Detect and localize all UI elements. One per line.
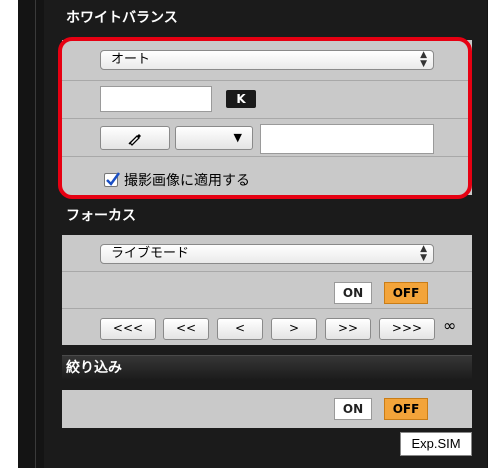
kelvin-badge: K (226, 90, 256, 108)
exp-sim-badge: Exp.SIM (400, 432, 472, 456)
focus-mode-select[interactable]: ライブモード ▲ ▼ (100, 244, 434, 264)
focus-title: フォーカス (66, 208, 136, 224)
aperture-title: 絞り込み (62, 355, 472, 379)
picker-value-field[interactable] (260, 124, 434, 154)
checkmark-icon (106, 172, 121, 186)
focus-step-near-small-button[interactable]: > (271, 318, 317, 340)
updown-arrows-icon: ▲ ▼ (420, 50, 427, 69)
focus-step-near-medium-button[interactable]: >> (325, 318, 371, 340)
row-separator (62, 118, 472, 119)
kelvin-input[interactable] (100, 86, 212, 112)
eyedropper-button[interactable] (100, 126, 170, 150)
frame-divider (35, 0, 36, 468)
white-balance-mode-value: オート (111, 52, 151, 67)
focus-step-far-medium-button[interactable]: << (163, 318, 209, 340)
infinity-icon: ∞ (443, 316, 457, 335)
white-balance-title: ホワイトバランス (66, 10, 178, 26)
picker-dropdown[interactable]: ▼ (175, 126, 253, 150)
focus-mode-value: ライブモード (111, 246, 190, 261)
row-separator (62, 308, 472, 309)
apply-to-captured-label: 撮影画像に適用する (124, 173, 250, 189)
focus-step-far-large-button[interactable]: <<< (100, 318, 156, 340)
focus-off-button[interactable]: OFF (384, 282, 428, 304)
apply-to-captured-checkbox[interactable] (104, 172, 121, 187)
aperture-on-button[interactable]: ON (334, 398, 372, 420)
eyedropper-icon (128, 134, 141, 146)
updown-arrows-icon: ▲ ▼ (420, 244, 427, 263)
row-separator (62, 80, 472, 81)
white-balance-mode-select[interactable]: オート ▲ ▼ (100, 50, 434, 70)
row-separator (62, 156, 472, 157)
focus-step-near-large-button[interactable]: >>> (379, 318, 435, 340)
focus-step-far-small-button[interactable]: < (217, 318, 263, 340)
row-separator (62, 271, 472, 272)
focus-on-button[interactable]: ON (334, 282, 372, 304)
aperture-off-button[interactable]: OFF (384, 398, 428, 420)
dropdown-arrow-icon: ▼ (233, 131, 242, 144)
